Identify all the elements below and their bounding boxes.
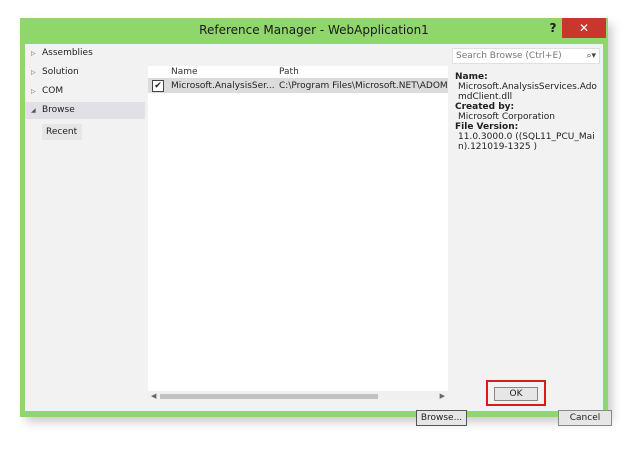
reference-list: Name Path ✔ Microsoft.AnalysisSer... C:\… [148, 66, 448, 401]
ok-highlight-frame: OK [486, 380, 546, 406]
title-bar: Reference Manager - WebApplication1 ? ✕ [20, 18, 608, 44]
details-pane: Name: Microsoft.AnalysisServices.AdomdCl… [455, 72, 599, 152]
nav-item-browse[interactable]: ◢ Browse [25, 102, 145, 119]
row-name-cell: Microsoft.AnalysisSer... [171, 81, 274, 91]
reference-manager-dialog: Reference Manager - WebApplication1 ? ✕ … [20, 18, 612, 426]
browse-button[interactable]: Browse... [416, 410, 467, 426]
nav-item-assemblies[interactable]: ▷ Assemblies [25, 45, 145, 62]
cancel-button[interactable]: Cancel [558, 410, 612, 426]
created-by-value: Microsoft Corporation [458, 112, 555, 122]
nav-item-solution[interactable]: ▷ Solution [25, 64, 145, 81]
nav-item-label: Browse [42, 105, 75, 115]
help-button[interactable]: ? [546, 21, 560, 37]
expand-arrow-icon[interactable]: ▷ [31, 64, 36, 81]
row-checkbox[interactable]: ✔ [152, 80, 164, 92]
dialog-client: ▷ Assemblies ▷ Solution ▷ COM ◢ Browse R… [25, 44, 612, 426]
created-by-label: Created by: [455, 102, 515, 112]
search-icon[interactable]: ⌕▾ [586, 49, 596, 63]
scrollbar-thumb[interactable] [160, 394, 378, 399]
column-header-path[interactable]: Path [279, 66, 299, 78]
scroll-left-icon[interactable]: ◀ [151, 391, 156, 401]
close-button[interactable]: ✕ [562, 18, 606, 38]
nav-subitem-recent[interactable]: Recent [42, 124, 82, 140]
search-box[interactable]: Search Browse (Ctrl+E) ⌕▾ [452, 48, 600, 64]
file-version-value: 11.0.3000.0 ((SQL11_PCU_Main).121019-132… [458, 132, 595, 152]
nav-item-label: Assemblies [42, 48, 93, 58]
expand-arrow-icon[interactable]: ▷ [31, 45, 36, 62]
ok-button[interactable]: OK [494, 387, 538, 401]
nav-item-label: COM [42, 86, 64, 96]
nav-item-label: Solution [42, 67, 79, 77]
name-value: Microsoft.AnalysisServices.AdomdClient.d… [458, 82, 597, 102]
name-label: Name: [455, 72, 488, 82]
table-row[interactable]: ✔ Microsoft.AnalysisSer... C:\Program Fi… [148, 79, 448, 93]
window-title: Reference Manager - WebApplication1 [199, 23, 429, 37]
expand-arrow-icon[interactable]: ▷ [31, 83, 36, 100]
navigation-pane: ▷ Assemblies ▷ Solution ▷ COM ◢ Browse R… [25, 44, 148, 384]
nav-item-com[interactable]: ▷ COM [25, 83, 145, 100]
row-path-cell: C:\Program Files\Microsoft.NET\ADOMD [279, 81, 448, 91]
scroll-right-icon[interactable]: ▶ [440, 391, 445, 401]
file-version-label: File Version: [455, 122, 519, 132]
horizontal-scrollbar[interactable]: ◀ ▶ [148, 391, 448, 401]
search-input[interactable]: Search Browse (Ctrl+E) [456, 49, 562, 63]
collapse-arrow-icon[interactable]: ◢ [31, 102, 36, 119]
column-header-name[interactable]: Name [171, 66, 198, 78]
